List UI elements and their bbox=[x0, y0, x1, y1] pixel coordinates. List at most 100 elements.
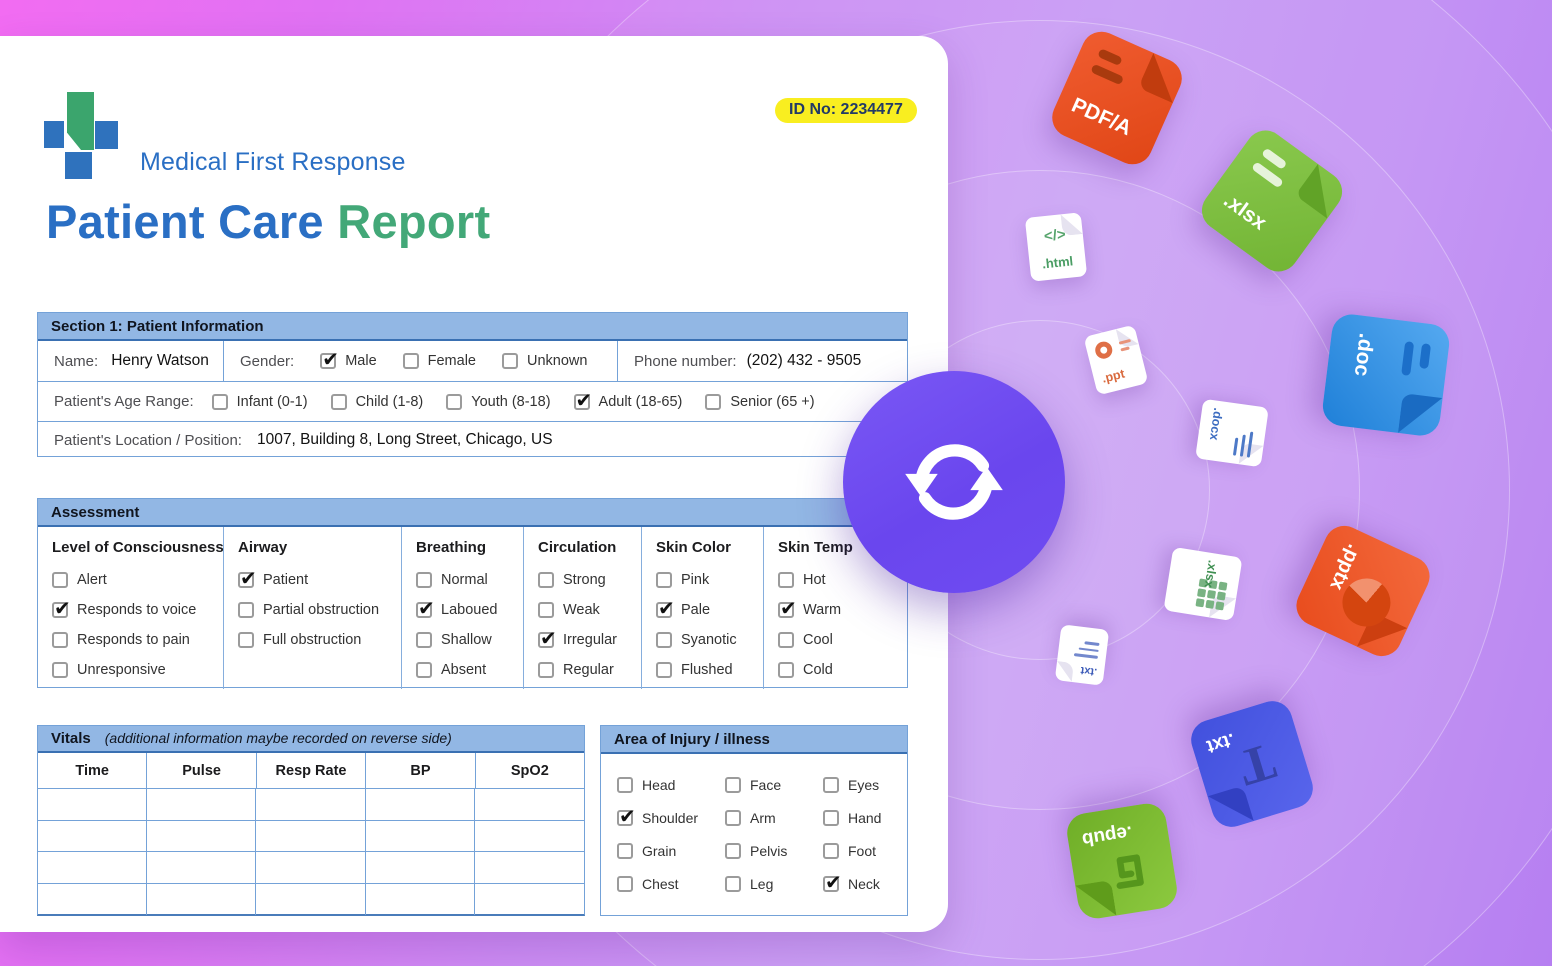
checkbox[interactable] bbox=[538, 602, 554, 618]
vitals-cell[interactable] bbox=[38, 883, 148, 915]
vitals-cell[interactable] bbox=[366, 883, 475, 915]
vitals-cell[interactable] bbox=[365, 820, 475, 852]
vitals-cell[interactable] bbox=[256, 789, 366, 821]
checkbox[interactable] bbox=[823, 870, 842, 895]
checkbox[interactable] bbox=[52, 632, 68, 648]
checkbox[interactable] bbox=[330, 393, 347, 410]
checkbox[interactable] bbox=[617, 842, 633, 859]
checkbox[interactable] bbox=[238, 632, 254, 648]
checkbox[interactable] bbox=[52, 572, 68, 588]
injury-option-leg[interactable]: Leg bbox=[725, 867, 823, 900]
vitals-cell[interactable] bbox=[38, 852, 148, 884]
checkbox[interactable] bbox=[538, 572, 554, 588]
injury-option-eyes[interactable]: Eyes bbox=[823, 768, 907, 801]
option-absent[interactable]: Absent bbox=[416, 655, 513, 685]
option-strong[interactable]: Strong bbox=[538, 565, 631, 595]
vitals-cell[interactable] bbox=[256, 820, 366, 852]
option-shallow[interactable]: Shallow bbox=[416, 625, 513, 655]
checkbox[interactable] bbox=[52, 662, 68, 678]
option-full-obstruction[interactable]: Full obstruction bbox=[238, 625, 391, 655]
age-option-child[interactable]: Child (1-8) bbox=[330, 393, 423, 410]
option-warm[interactable]: Warm bbox=[778, 595, 897, 625]
checkbox[interactable] bbox=[656, 572, 672, 588]
option-cold[interactable]: Cold bbox=[778, 655, 897, 685]
vitals-cell[interactable] bbox=[475, 884, 584, 916]
checkbox[interactable] bbox=[52, 596, 71, 621]
vitals-cell[interactable] bbox=[474, 789, 584, 821]
checkbox[interactable] bbox=[656, 632, 672, 648]
injury-option-hand[interactable]: Hand bbox=[823, 801, 907, 834]
vitals-cell[interactable] bbox=[365, 852, 475, 884]
age-option-youth[interactable]: Youth (8-18) bbox=[446, 393, 551, 410]
checkbox[interactable] bbox=[573, 388, 592, 413]
injury-option-neck[interactable]: Neck bbox=[823, 867, 907, 900]
checkbox[interactable] bbox=[320, 347, 339, 372]
injury-option-shoulder[interactable]: Shoulder bbox=[617, 801, 725, 834]
vitals-cell[interactable] bbox=[256, 852, 366, 884]
option-pale[interactable]: Pale bbox=[656, 595, 753, 625]
injury-option-foot[interactable]: Foot bbox=[823, 834, 907, 867]
age-option-infant[interactable]: Infant (0-1) bbox=[211, 393, 308, 410]
checkbox[interactable] bbox=[656, 596, 675, 621]
vitals-cell[interactable] bbox=[38, 820, 148, 852]
checkbox[interactable] bbox=[617, 776, 633, 793]
checkbox[interactable] bbox=[416, 662, 432, 678]
option-responds-to-pain[interactable]: Responds to pain bbox=[52, 625, 213, 655]
vitals-cell[interactable] bbox=[256, 883, 366, 915]
checkbox[interactable] bbox=[725, 842, 741, 859]
vitals-cell[interactable] bbox=[474, 821, 584, 852]
checkbox[interactable] bbox=[538, 662, 554, 678]
convert-sync-button[interactable] bbox=[843, 371, 1065, 593]
vitals-cell[interactable] bbox=[147, 789, 257, 821]
option-alert[interactable]: Alert bbox=[52, 565, 213, 595]
phone-field[interactable]: Phone number: (202) 432 - 9505 bbox=[617, 341, 907, 381]
checkbox[interactable] bbox=[778, 662, 794, 678]
option-hot[interactable]: Hot bbox=[778, 565, 897, 595]
checkbox[interactable] bbox=[725, 875, 741, 892]
location-value[interactable]: 1007, Building 8, Long Street, Chicago, … bbox=[257, 431, 553, 449]
checkbox[interactable] bbox=[823, 842, 839, 859]
checkbox[interactable] bbox=[725, 809, 741, 826]
checkbox[interactable] bbox=[502, 353, 518, 369]
checkbox[interactable] bbox=[656, 662, 672, 678]
checkbox[interactable] bbox=[617, 804, 636, 829]
injury-option-chest[interactable]: Chest bbox=[617, 867, 725, 900]
checkbox[interactable] bbox=[823, 809, 839, 826]
checkbox[interactable] bbox=[778, 572, 794, 588]
checkbox[interactable] bbox=[823, 776, 839, 793]
option-flushed[interactable]: Flushed bbox=[656, 655, 753, 685]
checkbox[interactable] bbox=[446, 393, 463, 410]
checkbox[interactable] bbox=[238, 566, 257, 591]
vitals-cell[interactable] bbox=[147, 883, 257, 915]
checkbox[interactable] bbox=[402, 353, 419, 369]
name-field[interactable]: Name: Henry Watson bbox=[38, 341, 223, 381]
gender-option-unknown[interactable]: Unknown bbox=[502, 353, 587, 369]
injury-option-pelvis[interactable]: Pelvis bbox=[725, 834, 823, 867]
age-option-senior[interactable]: Senior (65 +) bbox=[705, 393, 815, 410]
option-patient[interactable]: Patient bbox=[238, 565, 391, 595]
vitals-cell[interactable] bbox=[474, 852, 584, 884]
option-syanotic[interactable]: Syanotic bbox=[656, 625, 753, 655]
option-laboued[interactable]: Laboued bbox=[416, 595, 513, 625]
vitals-cell[interactable] bbox=[365, 789, 475, 821]
option-irregular[interactable]: Irregular bbox=[538, 625, 631, 655]
checkbox[interactable] bbox=[238, 602, 254, 618]
option-cool[interactable]: Cool bbox=[778, 625, 897, 655]
vitals-cell[interactable] bbox=[147, 820, 257, 852]
checkbox[interactable] bbox=[705, 393, 722, 410]
checkbox[interactable] bbox=[416, 632, 432, 648]
checkbox[interactable] bbox=[538, 626, 557, 651]
option-normal[interactable]: Normal bbox=[416, 565, 513, 595]
option-partial-obstruction[interactable]: Partial obstruction bbox=[238, 595, 391, 625]
vitals-cell[interactable] bbox=[147, 852, 257, 884]
checkbox[interactable] bbox=[617, 875, 633, 892]
gender-option-female[interactable]: Female bbox=[402, 353, 476, 369]
checkbox[interactable] bbox=[725, 776, 741, 793]
phone-value[interactable]: (202) 432 - 9505 bbox=[747, 352, 862, 370]
injury-option-head[interactable]: Head bbox=[617, 768, 725, 801]
injury-option-grain[interactable]: Grain bbox=[617, 834, 725, 867]
checkbox[interactable] bbox=[416, 572, 432, 588]
name-value[interactable]: Henry Watson bbox=[111, 352, 209, 370]
option-pink[interactable]: Pink bbox=[656, 565, 753, 595]
option-weak[interactable]: Weak bbox=[538, 595, 631, 625]
